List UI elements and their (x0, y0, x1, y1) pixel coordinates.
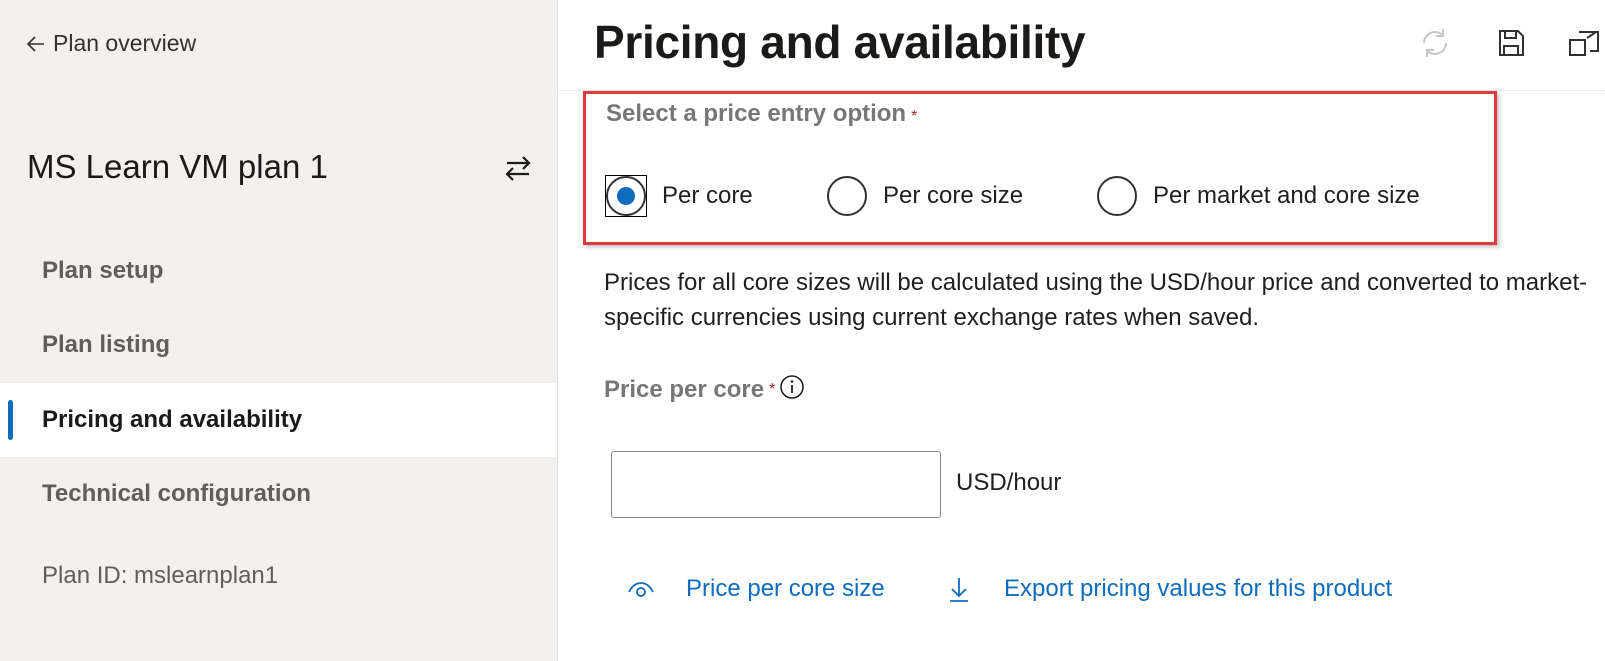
switch-plan-icon[interactable] (503, 153, 533, 183)
download-icon (950, 578, 968, 602)
plan-title: MS Learn VM plan 1 (27, 148, 328, 185)
sidebar: Plan overview MS Learn VM plan 1 Plan se… (0, 0, 558, 661)
pop-out-icon[interactable] (1567, 26, 1601, 60)
radio-per-core-size[interactable]: Per core size (827, 176, 1023, 216)
sidebar-item-technical-configuration[interactable]: Technical configuration (0, 457, 557, 531)
save-icon[interactable] (1494, 26, 1528, 60)
back-to-plan-overview-link[interactable]: Plan overview (25, 30, 196, 57)
price-per-core-input[interactable] (611, 451, 941, 518)
arrow-left-icon (26, 35, 44, 52)
view-price-per-core-size-link[interactable]: Price per core size (626, 574, 885, 604)
price-entry-option-group: Select a price entry option * Per core Pe… (583, 91, 1497, 245)
page-title: Pricing and availability (594, 16, 1086, 68)
sidebar-item-pricing-and-availability[interactable]: Pricing and availability (0, 383, 557, 457)
eye-icon (628, 582, 654, 597)
price-unit: USD/hour (956, 469, 1062, 496)
plan-id: Plan ID: mslearnplan1 (42, 562, 279, 589)
export-pricing-values-link[interactable]: Export pricing values for this product (944, 574, 1392, 604)
sidebar-item-plan-listing[interactable]: Plan listing (0, 308, 557, 382)
radio-label: Per market and core size (1153, 182, 1420, 209)
sidebar-item-plan-setup[interactable]: Plan setup (0, 234, 557, 308)
link-label: Export pricing values for this product (1004, 575, 1393, 602)
radio-circle[interactable] (1097, 176, 1137, 216)
radio-circle[interactable] (827, 176, 867, 216)
required-mark: * (911, 108, 918, 125)
radio-label: Per core (662, 182, 753, 209)
radio-circle-checked[interactable] (605, 175, 647, 217)
link-label: Price per core size (686, 575, 885, 602)
sidebar-item-label: Plan listing (42, 331, 171, 358)
radio-label: Per core size (883, 182, 1024, 209)
radio-per-core[interactable]: Per core (605, 175, 753, 217)
price-per-core-label: Price per core * (604, 374, 805, 404)
required-mark: * (769, 381, 776, 398)
info-icon[interactable] (779, 374, 805, 400)
radio-per-market-and-core-size[interactable]: Per market and core size (1097, 176, 1420, 216)
sidebar-item-label: Technical configuration (42, 480, 311, 507)
focus-ring (605, 175, 647, 217)
price-entry-label: Select a price entry option * (606, 100, 918, 127)
back-link-label: Plan overview (53, 30, 197, 56)
sidebar-item-label: Plan setup (42, 257, 164, 284)
refresh-icon[interactable] (1418, 26, 1452, 60)
pricing-description: Prices for all core sizes will be calcul… (604, 269, 1588, 331)
sidebar-item-label: Pricing and availability (42, 406, 303, 433)
